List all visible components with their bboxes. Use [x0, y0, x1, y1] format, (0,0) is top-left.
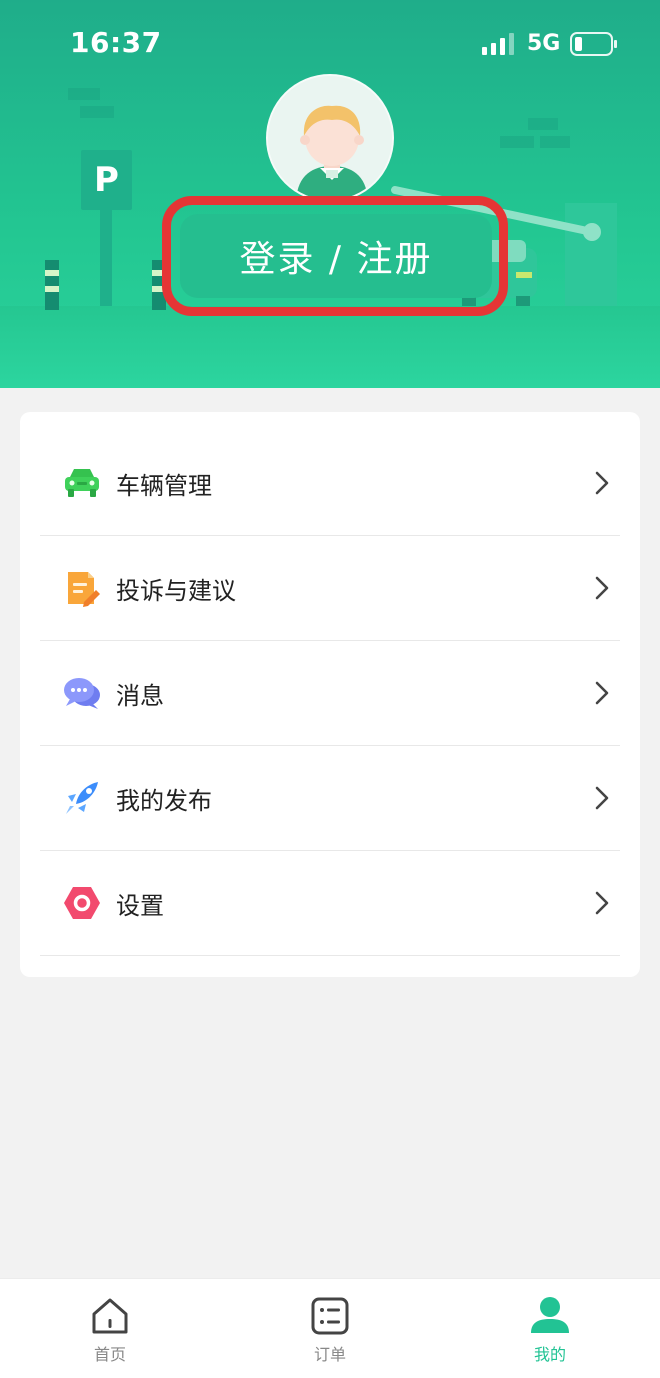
- menu-item-label: 我的发布: [116, 786, 212, 815]
- chevron-right-icon: [592, 889, 612, 917]
- status-time: 16:37: [70, 26, 162, 59]
- battery-icon: [570, 32, 617, 56]
- avatar-illustration-icon: [268, 76, 392, 200]
- complaint-note-icon: [62, 568, 102, 608]
- chevron-right-icon: [592, 784, 612, 812]
- message-bubble-icon: [62, 673, 102, 713]
- tab-orders[interactable]: 订单: [220, 1279, 440, 1378]
- parking-sign: P: [94, 160, 119, 200]
- parking-sign-letter: P: [94, 160, 119, 200]
- tab-label: 首页: [93, 1345, 126, 1364]
- tab-profile[interactable]: 我的: [440, 1279, 660, 1378]
- order-list-icon: [309, 1295, 351, 1337]
- profile-header: P 16:37 5G 登录 / 注册: [0, 0, 660, 388]
- menu-item-messages[interactable]: 消息: [40, 641, 620, 746]
- profile-icon: [529, 1295, 571, 1337]
- rocket-icon: [62, 778, 102, 818]
- login-highlight-box: [162, 196, 508, 316]
- menu-item-complaints[interactable]: 投诉与建议: [40, 536, 620, 641]
- menu-item-label: 投诉与建议: [116, 576, 236, 605]
- menu-card: 车辆管理 投诉与建议 消息 我的发布 设置: [20, 412, 640, 977]
- signal-icon: [482, 33, 514, 55]
- chevron-right-icon: [592, 679, 612, 707]
- car-icon: [62, 463, 102, 503]
- home-icon: [89, 1295, 131, 1337]
- settings-hexagon-icon: [62, 883, 102, 923]
- chevron-right-icon: [592, 469, 612, 497]
- network-label: 5G: [527, 31, 561, 56]
- bottom-tab-bar: 首页 订单 我的: [0, 1278, 660, 1378]
- chevron-right-icon: [592, 574, 612, 602]
- tab-label: 订单: [313, 1345, 346, 1364]
- tab-home[interactable]: 首页: [0, 1279, 220, 1378]
- menu-item-settings[interactable]: 设置: [40, 851, 620, 956]
- menu-item-my-posts[interactable]: 我的发布: [40, 746, 620, 851]
- menu-item-label: 车辆管理: [116, 471, 212, 500]
- avatar[interactable]: [266, 74, 394, 202]
- menu-item-label: 消息: [116, 681, 164, 710]
- tab-label: 我的: [533, 1345, 566, 1364]
- menu-item-vehicle-management[interactable]: 车辆管理: [40, 431, 620, 536]
- menu-item-label: 设置: [116, 891, 164, 920]
